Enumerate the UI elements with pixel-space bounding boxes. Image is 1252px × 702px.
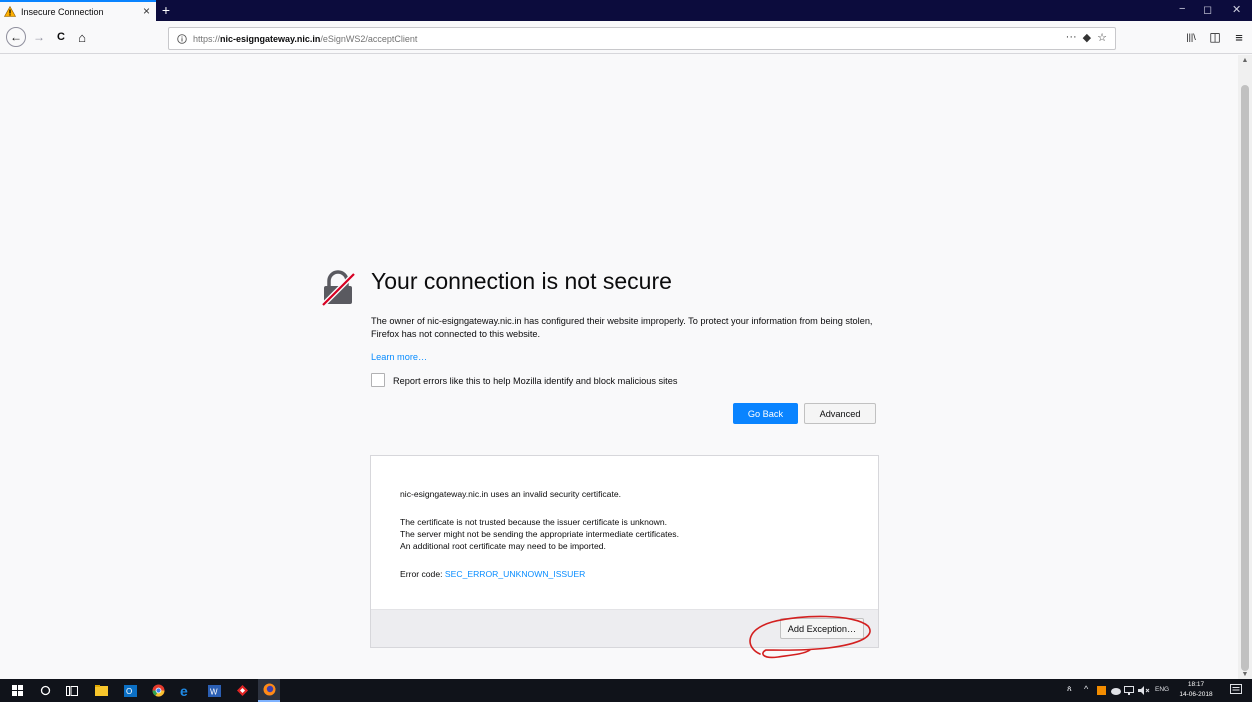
search-button[interactable] xyxy=(37,679,53,702)
advanced-panel: nic-esigngateway.nic.in uses an invalid … xyxy=(370,455,879,648)
url-host: nic-esigngateway.nic.in xyxy=(220,33,321,44)
advanced-button[interactable]: Advanced xyxy=(804,403,876,424)
library-icon[interactable]: |||\ xyxy=(1184,27,1198,47)
home-button[interactable]: ⌂ xyxy=(74,27,90,47)
reload-button[interactable]: C xyxy=(54,27,68,47)
windows-taskbar: O e W ጰ ^ ENG 18:17 14-06-2018 xyxy=(0,679,1252,702)
red-diamond-icon xyxy=(236,685,248,696)
scrollbar-thumb[interactable] xyxy=(1241,85,1249,671)
task-view-icon xyxy=(66,685,78,696)
tray-orange-app-icon[interactable] xyxy=(1097,686,1106,695)
report-errors-checkbox[interactable] xyxy=(371,373,385,387)
error-code-label: Error code: xyxy=(400,569,445,579)
outlook-icon: O xyxy=(123,684,137,697)
add-exception-button[interactable]: Add Exception… xyxy=(780,618,864,639)
error-code-link[interactable]: SEC_ERROR_UNKNOWN_ISSUER xyxy=(445,569,585,579)
tray-chevron-icon[interactable]: ^ xyxy=(1084,684,1088,694)
taskbar-red-app[interactable] xyxy=(234,679,250,702)
url-prefix: https:// xyxy=(193,33,221,44)
svg-text:W: W xyxy=(210,687,218,696)
pocket-icon[interactable]: ◆ xyxy=(1083,31,1091,44)
info-icon[interactable] xyxy=(177,33,187,44)
new-tab-button[interactable]: + xyxy=(158,1,174,19)
back-button[interactable]: ← xyxy=(6,27,26,47)
windows-logo-icon xyxy=(11,685,23,696)
scroll-up-icon[interactable]: ▲ xyxy=(1238,57,1252,64)
home-icon: ⌂ xyxy=(78,29,86,45)
sidebar-icon[interactable]: ◫ xyxy=(1208,27,1222,47)
error-description: The owner of nic-esigngateway.nic.in has… xyxy=(371,316,873,339)
maximize-button[interactable]: ◻ xyxy=(1203,3,1212,16)
page-scrollbar[interactable]: ▲ ▼ xyxy=(1238,55,1252,679)
menu-icon[interactable]: ≡ xyxy=(1232,27,1246,47)
reload-icon: C xyxy=(57,31,65,43)
tab-close-icon[interactable]: × xyxy=(143,4,150,18)
back-arrow-icon: ← xyxy=(10,30,22,44)
svg-text:O: O xyxy=(126,687,132,696)
forward-arrow-icon: → xyxy=(33,30,45,44)
close-window-button[interactable]: ✕ xyxy=(1232,3,1241,16)
start-button[interactable] xyxy=(9,679,25,702)
learn-more-link[interactable]: Learn more… xyxy=(371,352,427,362)
word-icon: W xyxy=(207,684,221,697)
clock-time: 18:17 xyxy=(1187,681,1205,688)
scroll-down-icon[interactable]: ▼ xyxy=(1238,671,1252,678)
advanced-panel-footer: Add Exception… xyxy=(371,609,878,647)
edge-icon: e xyxy=(180,684,188,697)
task-view-button[interactable] xyxy=(64,679,80,702)
volume-muted-icon[interactable] xyxy=(1138,686,1150,695)
broken-lock-icon xyxy=(321,270,356,306)
cert-reason-line-3: An additional root certificate may need … xyxy=(400,541,606,551)
cert-reason-line-2: The server might not be sending the appr… xyxy=(400,529,679,539)
url-path: /eSignWS2/acceptClient xyxy=(320,33,418,44)
cert-reason-line-1: The certificate is not trusted because t… xyxy=(400,517,668,527)
bookmark-star-icon[interactable]: ☆ xyxy=(1097,31,1107,44)
error-code-line: Error code: SEC_ERROR_UNKNOWN_ISSUER xyxy=(400,569,585,579)
warning-icon xyxy=(4,6,16,17)
input-language-indicator[interactable]: ENG xyxy=(1155,686,1169,693)
tab-insecure-connection[interactable]: Insecure Connection × xyxy=(0,0,156,21)
taskbar-word[interactable]: W xyxy=(206,679,222,702)
chrome-icon xyxy=(152,684,164,697)
tab-strip: Insecure Connection × + − ◻ ✕ xyxy=(0,0,1252,21)
people-icon[interactable]: ጰ xyxy=(1067,684,1072,694)
action-center-icon[interactable] xyxy=(1230,684,1242,696)
forward-button[interactable]: → xyxy=(32,27,46,47)
system-clock[interactable]: 18:17 14-06-2018 xyxy=(1178,680,1214,700)
page-actions-icon[interactable]: ··· xyxy=(1066,31,1077,44)
taskbar-edge[interactable]: e xyxy=(178,679,194,702)
report-errors-label[interactable]: Report errors like this to help Mozilla … xyxy=(393,376,677,386)
page-title: Your connection is not secure xyxy=(371,268,672,294)
taskbar-outlook[interactable]: O xyxy=(122,679,138,702)
taskbar-chrome[interactable] xyxy=(150,679,166,702)
search-circle-icon xyxy=(40,685,50,696)
minimize-button[interactable]: − xyxy=(1179,3,1185,15)
taskbar-firefox[interactable] xyxy=(258,679,280,702)
network-icon[interactable] xyxy=(1124,686,1134,695)
folder-icon xyxy=(94,685,108,696)
clock-date: 14-06-2018 xyxy=(1179,691,1213,698)
url-bar[interactable]: https://nic-esigngateway.nic.in/eSignWS2… xyxy=(168,27,1116,50)
onedrive-cloud-icon[interactable] xyxy=(1110,686,1121,695)
tab-title: Insecure Connection xyxy=(21,6,104,17)
go-back-button[interactable]: Go Back xyxy=(733,403,798,424)
navigation-bar: ← → C ⌂ https://nic-esigngateway.nic.in /… xyxy=(0,21,1252,54)
taskbar-file-explorer[interactable] xyxy=(93,679,109,702)
invalid-cert-text: nic-esigngateway.nic.in uses an invalid … xyxy=(400,489,621,499)
svg-text:e: e xyxy=(180,684,188,697)
firefox-icon xyxy=(263,683,275,696)
